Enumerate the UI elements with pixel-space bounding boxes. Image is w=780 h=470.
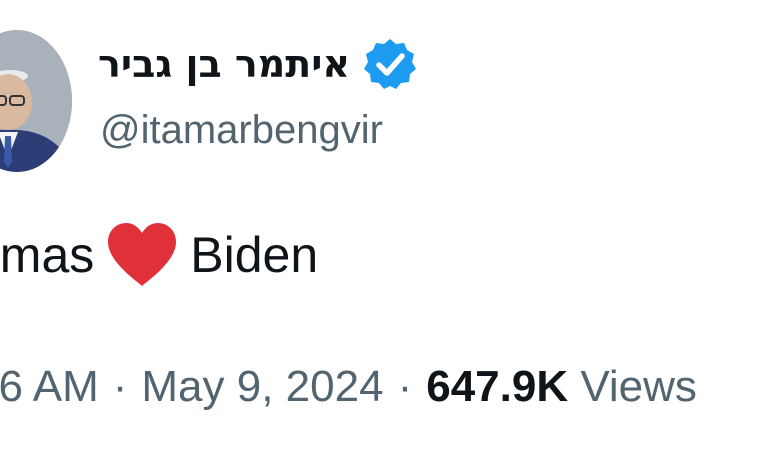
- tweet-meta: 36 AM · May 9, 2024 · 647.9K Views: [0, 362, 697, 412]
- user-handle[interactable]: @itamarbengvir: [100, 108, 383, 153]
- avatar[interactable]: [0, 30, 72, 172]
- views-label: Views: [580, 362, 697, 411]
- meta-separator: ·: [397, 362, 413, 411]
- tweet-text-before: amas: [0, 227, 95, 283]
- tweet-date[interactable]: May 9, 2024: [141, 362, 383, 411]
- tweet-text-after: Biden: [190, 227, 319, 283]
- name-row: איתמר בן גביר: [98, 34, 418, 94]
- tweet-time[interactable]: 36 AM: [0, 362, 99, 411]
- tweet-text: amas Biden: [0, 220, 318, 290]
- avatar-photo: [0, 30, 72, 172]
- red-heart-icon: [104, 220, 180, 290]
- tweet-card: איתמר בן גביר @itamarbengvir amas Biden …: [0, 0, 780, 470]
- meta-separator: ·: [112, 362, 128, 411]
- views-count[interactable]: 647.9K: [426, 362, 568, 411]
- display-name[interactable]: איתמר בן גביר: [98, 42, 350, 86]
- verified-badge-icon: [362, 36, 418, 92]
